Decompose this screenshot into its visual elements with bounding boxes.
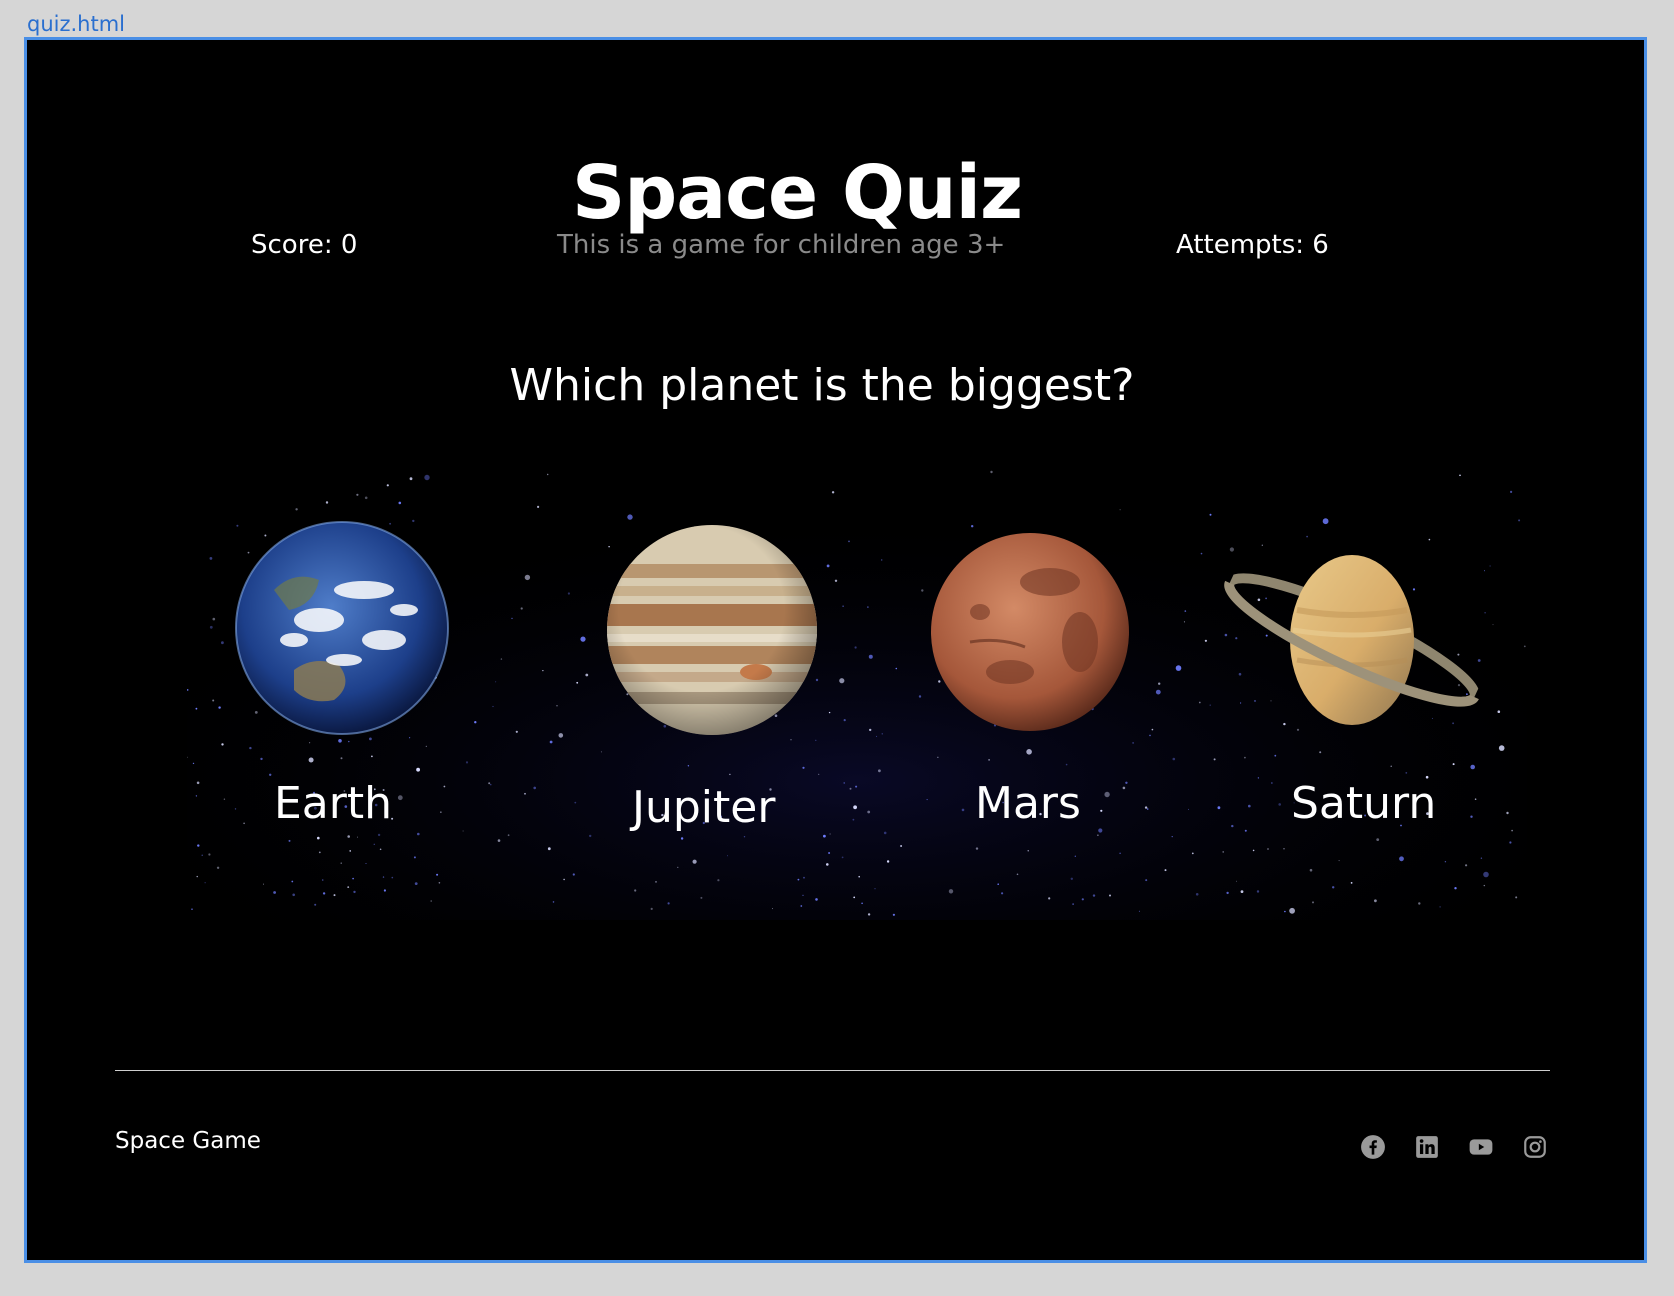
option-label-earth: Earth (274, 778, 392, 829)
file-tab[interactable]: quiz.html (27, 12, 125, 36)
page-viewport: Space Quiz Score: 0 This is a game for c… (24, 37, 1647, 1263)
option-label-jupiter: Jupiter (632, 782, 776, 833)
jupiter-image (607, 525, 817, 735)
attempts-display: Attempts: 6 (1176, 230, 1329, 260)
age-subtitle: This is a game for children age 3+ (557, 230, 1006, 260)
option-label-saturn: Saturn (1291, 778, 1437, 829)
instagram-icon[interactable] (1522, 1134, 1548, 1160)
option-mars[interactable]: Mars (927, 532, 1137, 829)
option-label-mars: Mars (975, 778, 1081, 829)
page-title: Space Quiz (571, 150, 1023, 236)
option-earth[interactable]: Earth (227, 520, 457, 829)
youtube-icon[interactable] (1468, 1134, 1494, 1160)
earth-image (235, 521, 449, 735)
score-display: Score: 0 (251, 230, 358, 260)
mars-image (931, 533, 1129, 731)
quiz-question: Which planet is the biggest? (509, 360, 1135, 411)
option-jupiter[interactable]: Jupiter (602, 524, 832, 833)
linkedin-icon[interactable] (1414, 1134, 1440, 1160)
option-saturn[interactable]: Saturn (1217, 550, 1497, 829)
footer-divider (115, 1070, 1550, 1071)
saturn-image (1224, 555, 1480, 725)
facebook-icon[interactable] (1360, 1134, 1386, 1160)
footer-brand: Space Game (115, 1128, 261, 1154)
